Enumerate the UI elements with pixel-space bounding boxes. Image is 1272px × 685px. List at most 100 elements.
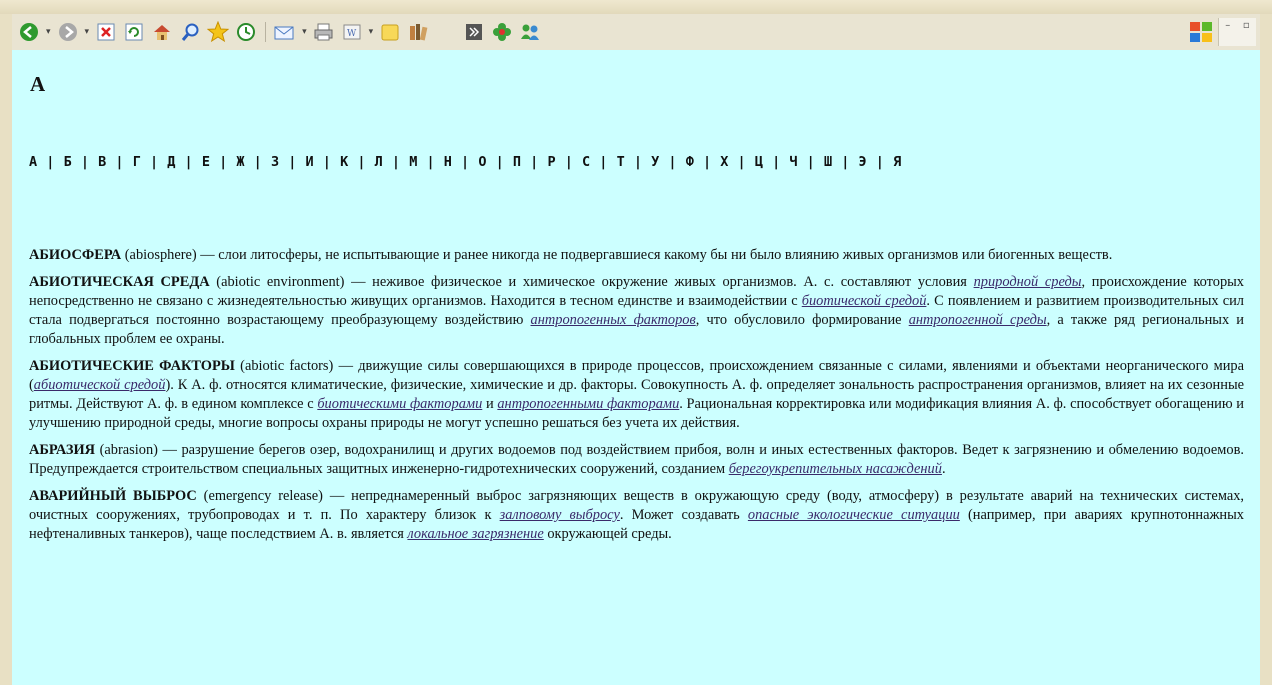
forward-arrow-icon xyxy=(58,23,77,41)
alphabet-link[interactable]: Я xyxy=(893,154,901,170)
back-dropdown-icon[interactable]: ▾ xyxy=(46,27,51,37)
search-button[interactable] xyxy=(179,21,201,43)
toolbar-separator xyxy=(265,22,267,42)
entry-cross-reference-link[interactable]: биотическими факторами xyxy=(317,396,482,412)
alphabet-separator: | xyxy=(564,154,573,170)
window-controls: – ▫ xyxy=(1218,18,1256,46)
alphabet-link[interactable]: Г xyxy=(133,154,141,170)
alphabet-link[interactable]: В xyxy=(98,154,106,170)
alphabet-separator: | xyxy=(80,154,89,170)
app-button-1[interactable] xyxy=(463,21,485,43)
entry-term: АБИОСФЕРА xyxy=(29,247,122,263)
edit-button[interactable]: W xyxy=(341,21,363,43)
alphabet-separator: | xyxy=(668,154,677,170)
entry-term: АБИОТИЧЕСКИЕ ФАКТОРЫ xyxy=(29,358,235,374)
note-icon xyxy=(381,24,399,41)
alphabet-link[interactable]: Л xyxy=(375,154,383,170)
entry-cross-reference-link[interactable]: абиотической средой xyxy=(34,377,166,393)
glossary-entry: АБИОТИЧЕСКАЯ СРЕДА (abiotic environment)… xyxy=(29,273,1244,349)
back-button[interactable] xyxy=(18,21,40,43)
favorites-button[interactable] xyxy=(207,21,230,43)
search-icon xyxy=(181,23,199,41)
entry-cross-reference-link[interactable]: антропогенными факторами xyxy=(497,396,679,412)
app-button-2[interactable] xyxy=(491,21,513,43)
alphabet-link[interactable]: Э xyxy=(859,154,867,170)
alphabet-link[interactable]: Ф xyxy=(686,154,694,170)
alphabet-link[interactable]: Р xyxy=(547,154,555,170)
print-button[interactable] xyxy=(313,21,335,43)
entry-cross-reference-link[interactable]: биотической средой xyxy=(802,293,927,309)
alphabet-link[interactable]: Ч xyxy=(789,154,797,170)
entry-cross-reference-link[interactable]: природной среды xyxy=(974,274,1082,290)
edit-dropdown-icon[interactable]: ▾ xyxy=(369,27,374,37)
alphabet-navigation: А | Б | В | Г | Д | Е | Ж | З | И | К | … xyxy=(29,152,1244,172)
entry-cross-reference-link[interactable]: антропогенной среды xyxy=(909,312,1047,328)
desktop-background xyxy=(0,0,1272,14)
alphabet-link[interactable]: Ш xyxy=(824,154,832,170)
entry-cross-reference-link[interactable]: берегоукрепительных насаждений xyxy=(729,461,942,477)
notes-button[interactable] xyxy=(379,21,401,43)
home-icon xyxy=(154,25,171,40)
alphabet-link[interactable]: П xyxy=(513,154,521,170)
alphabet-separator: | xyxy=(391,154,401,170)
stop-button[interactable] xyxy=(95,21,117,43)
entry-text: окружающей среды. xyxy=(543,526,672,542)
entry-text: (abiosphere) — слои литосферы, не испыты… xyxy=(121,247,1113,263)
mail-dropdown-icon[interactable]: ▾ xyxy=(302,27,307,37)
glossary-entry: АБРАЗИЯ (abrasion) — разрушение берегов … xyxy=(29,441,1244,479)
alphabet-link[interactable]: З xyxy=(271,154,279,170)
alphabet-link[interactable]: О xyxy=(478,154,486,170)
alphabet-link[interactable]: У xyxy=(651,154,659,170)
svg-text:W: W xyxy=(347,29,357,39)
alphabet-separator: | xyxy=(115,154,124,170)
alphabet-separator: | xyxy=(426,154,435,170)
entry-term: АВАРИЙНЫЙ ВЫБРОС xyxy=(29,488,197,504)
entry-text: (abiotic environment) — неживое физическ… xyxy=(209,274,974,290)
windows-logo-icon xyxy=(1188,20,1214,44)
alphabet-separator: | xyxy=(633,154,642,170)
entry-cross-reference-link[interactable]: локальное загрязнение xyxy=(407,526,543,542)
home-button[interactable] xyxy=(151,21,173,43)
minimize-button[interactable]: – xyxy=(1225,20,1230,46)
word-icon: W xyxy=(343,24,361,40)
forward-dropdown-icon[interactable]: ▾ xyxy=(85,27,90,37)
alphabet-link[interactable]: Б xyxy=(64,154,72,170)
alphabet-link[interactable]: А xyxy=(29,154,37,170)
entry-term: АБИОТИЧЕСКАЯ СРЕДА xyxy=(29,274,210,290)
entry-cross-reference-link[interactable]: опасные экологические ситуации xyxy=(748,507,960,523)
forward-button[interactable] xyxy=(57,21,79,43)
app-icon xyxy=(466,24,483,40)
refresh-button[interactable] xyxy=(123,21,145,43)
alphabet-link[interactable]: Т xyxy=(617,154,625,170)
alphabet-separator: | xyxy=(149,154,159,170)
alphabet-link[interactable]: Ц xyxy=(755,154,763,170)
maximize-button[interactable]: ▫ xyxy=(1243,20,1250,46)
entry-text: . Может создавать xyxy=(619,507,748,523)
entry-cross-reference-link[interactable]: антропогенных факторов xyxy=(531,312,696,328)
alphabet-separator: | xyxy=(875,154,884,170)
alphabet-separator: | xyxy=(461,154,470,170)
entry-text: , что обусловило формирование xyxy=(695,312,909,328)
entry-cross-reference-link[interactable]: залповому выбросу xyxy=(500,507,620,523)
alphabet-separator: | xyxy=(599,154,608,170)
alphabet-link[interactable]: Д xyxy=(167,154,175,170)
alphabet-link[interactable]: М xyxy=(409,154,417,170)
alphabet-link[interactable]: Х xyxy=(720,154,728,170)
alphabet-link[interactable]: Е xyxy=(202,154,210,170)
entry-term: АБРАЗИЯ xyxy=(29,442,96,458)
alphabet-link[interactable]: И xyxy=(306,154,314,170)
entry-text: и xyxy=(482,396,498,412)
alphabet-separator: | xyxy=(841,154,850,170)
back-arrow-icon xyxy=(20,23,38,41)
alphabet-separator: | xyxy=(46,154,55,170)
research-button[interactable] xyxy=(407,21,429,43)
alphabet-link[interactable]: К xyxy=(340,154,348,170)
alphabet-link[interactable]: Ж xyxy=(236,154,244,170)
alphabet-link[interactable]: Н xyxy=(444,154,452,170)
alphabet-link[interactable]: С xyxy=(582,154,590,170)
alphabet-separator: | xyxy=(772,154,781,170)
refresh-icon xyxy=(125,23,143,41)
history-button[interactable] xyxy=(235,21,257,43)
mail-button[interactable] xyxy=(274,21,296,43)
messenger-button[interactable] xyxy=(519,21,541,43)
